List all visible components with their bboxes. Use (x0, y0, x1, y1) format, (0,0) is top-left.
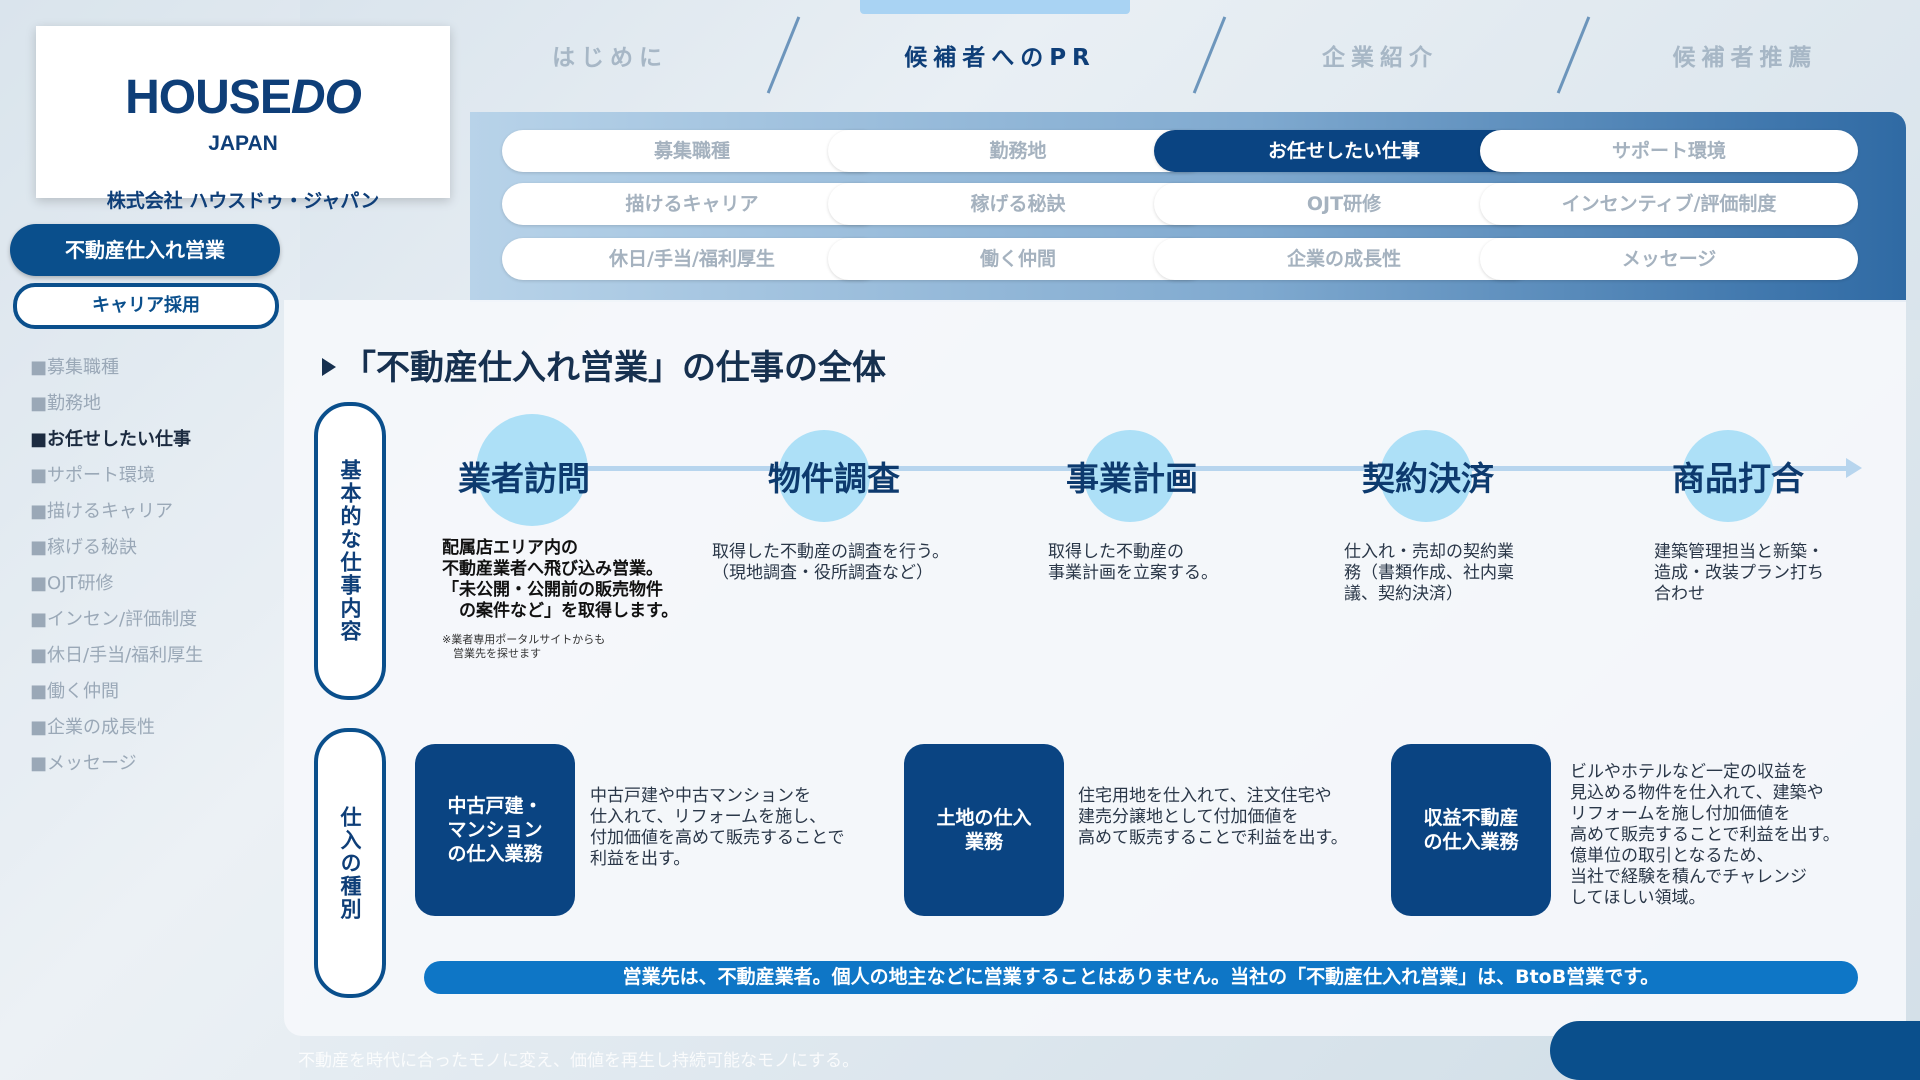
flow-section-label: 基本的な仕事内容 (314, 402, 386, 700)
flow-step-description: 仕入れ・売却の契約業 務（書類作成、社内稟 議、契約決済） (1344, 542, 1514, 604)
sidebar-item-earning[interactable]: ■稼げる秘訣 (30, 530, 203, 566)
sidebar-item-growth[interactable]: ■企業の成長性 (30, 710, 203, 746)
tab-colleagues[interactable]: 働く仲間 (828, 238, 1208, 280)
triangle-bullet-icon (322, 357, 336, 376)
sidebar-item-job-duties[interactable]: ■お任せしたい仕事 (30, 422, 203, 458)
career-hiring-button[interactable]: キャリア採用 (13, 283, 279, 329)
nav-divider (1192, 16, 1227, 94)
type-card-description: ビルやホテルなど一定の収益を 見込める物件を仕入れて、建築や リフォームを施し付… (1570, 762, 1840, 908)
btob-note-banner: 営業先は、不動産業者。個人の地主などに営業することはありません。当社の「不動産仕… (424, 961, 1858, 994)
sidebar-item-incentive[interactable]: ■インセン/評価制度 (30, 602, 203, 638)
type-card-used-homes: 中古戸建・ マンション の仕入業務 (415, 744, 575, 916)
flow-step-description: 取得した不動産の 事業計画を立案する。 (1048, 542, 1218, 583)
tab-support[interactable]: サポート環境 (1480, 130, 1858, 172)
tab-career[interactable]: 描けるキャリア (502, 183, 882, 225)
type-card-land: 土地の仕入 業務 (904, 744, 1064, 916)
sidebar-item-location[interactable]: ■勤務地 (30, 386, 203, 422)
sidebar-item-ojt[interactable]: ■OJT研修 (30, 566, 203, 602)
type-card-description: 中古戸建や中古マンションを 仕入れて、リフォームを施し、 付加価値を高めて販売す… (590, 786, 845, 869)
flow-step-title: 事業計画 (1066, 459, 1198, 498)
type-card-description: 住宅用地を仕入れて、注文住宅や 建売分譲地として付加価値を 高めて販売することで… (1078, 786, 1348, 848)
nav-company-intro[interactable]: 企業紹介 (1300, 38, 1460, 71)
tab-ojt[interactable]: OJT研修 (1154, 183, 1534, 225)
flow-arrow-icon (1846, 458, 1862, 478)
flow-step-description: 配属店エリア内の 不動産業者へ飛び込み営業。 「未公開・公開前の販売物件 の案件… (442, 538, 679, 621)
sidebar-item-support[interactable]: ■サポート環境 (30, 458, 203, 494)
flow-section-label-text: 基本的な仕事内容 (338, 459, 362, 643)
active-nav-indicator (860, 0, 1130, 14)
flow-step-description: 取得した不動産の調査を行う。 （現地調査・役所調査など） (712, 542, 949, 583)
sidebar-item-career[interactable]: ■描けるキャリア (30, 494, 203, 530)
sidebar-menu: ■募集職種 ■勤務地 ■お任せしたい仕事 ■サポート環境 ■描けるキャリア ■稼… (30, 350, 203, 782)
page-title-text: 「不動産仕入れ営業」の仕事の全体 (342, 348, 886, 388)
company-logo: HOUSEDO (36, 70, 450, 125)
sidebar-item-message[interactable]: ■メッセージ (30, 746, 203, 782)
job-category-button[interactable]: 不動産仕入れ営業 (10, 224, 280, 276)
tab-earning[interactable]: 稼げる秘訣 (828, 183, 1208, 225)
flow-step-title: 物件調査 (768, 459, 900, 498)
types-section-label: 仕入の種別 (314, 728, 386, 998)
tab-message[interactable]: メッセージ (1480, 238, 1858, 280)
types-section-label-text: 仕入の種別 (338, 805, 362, 921)
logo-do-text: DO (290, 71, 362, 124)
flow-step-description: 建築管理担当と新築・ 造成・改装プラン打ち 合わせ (1654, 542, 1824, 604)
sidebar-item-recruitment[interactable]: ■募集職種 (30, 350, 203, 386)
nav-introduction[interactable]: はじめに (520, 38, 700, 71)
flow-step-title: 業者訪問 (458, 459, 590, 498)
nav-candidate-pr[interactable]: 候補者へのPR (880, 38, 1120, 71)
logo-subtitle: JAPAN (208, 132, 278, 155)
tab-location[interactable]: 勤務地 (828, 130, 1208, 172)
flow-step-title: 商品打合 (1672, 459, 1804, 498)
tab-benefits[interactable]: 休日/手当/福利厚生 (502, 238, 882, 280)
sidebar-item-benefits[interactable]: ■休日/手当/福利厚生 (30, 638, 203, 674)
logo-house-text: HOUSE (125, 71, 292, 124)
tab-growth[interactable]: 企業の成長性 (1154, 238, 1534, 280)
page-title: 「不動産仕入れ営業」の仕事の全体 (322, 340, 886, 389)
company-logo-card[interactable]: HOUSEDO JAPAN 株式会社 ハウスドゥ・ジャパン (36, 26, 450, 212)
main-content-panel (284, 300, 1906, 1036)
tab-incentive[interactable]: インセンティブ/評価制度 (1480, 183, 1858, 225)
nav-divider (766, 16, 801, 94)
nav-candidate-recommend[interactable]: 候補者推薦 (1660, 38, 1830, 71)
flow-step-title: 契約決済 (1362, 459, 1494, 498)
flow-step-note: ※業者専用ポータルサイトからも 営業先を探せます (442, 633, 606, 660)
footer-tagline: 不動産を時代に合ったモノに変え、価値を再生し持続可能なモノにする。 (298, 1051, 860, 1071)
company-name: 株式会社 ハウスドゥ・ジャパン (106, 190, 380, 212)
nav-divider (1556, 16, 1591, 94)
tab-job-duties[interactable]: お任せしたい仕事 (1154, 130, 1534, 172)
next-button[interactable] (1550, 1021, 1920, 1080)
sidebar-item-colleagues[interactable]: ■働く仲間 (30, 674, 203, 710)
type-card-income-property: 収益不動産 の仕入業務 (1391, 744, 1551, 916)
tab-recruitment[interactable]: 募集職種 (502, 130, 882, 172)
